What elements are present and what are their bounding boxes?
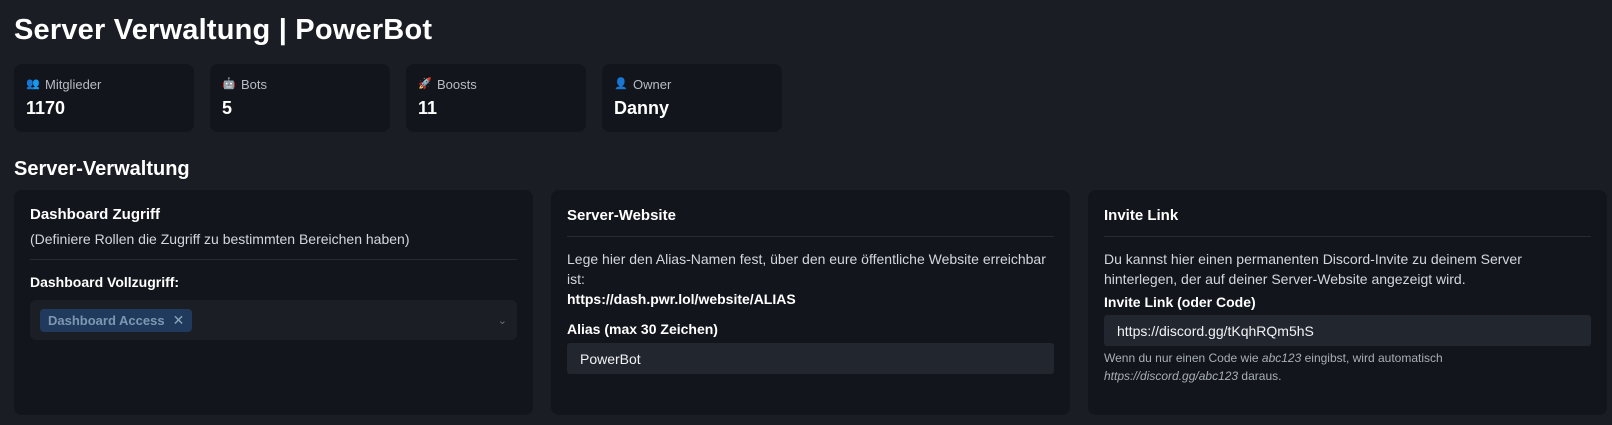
bot-icon: 🤖 [222,78,236,90]
stat-value: 1170 [26,98,66,118]
alias-input[interactable] [567,343,1054,374]
stat-card-owner: 👤 Owner Danny [602,64,782,132]
invite-link-card: Invite Link Du kannst hier einen permane… [1088,190,1607,415]
stat-label: Boosts [437,77,477,92]
card-title: Dashboard Zugriff [30,206,160,223]
divider [567,236,1054,237]
stat-label-row: 🚀 Boosts [418,77,574,92]
dashboard-access-card: Dashboard Zugriff (Definiere Rollen die … [14,190,533,415]
website-url: https://dash.pwr.lol/website/ALIAS [567,291,796,307]
role-multi-select[interactable]: Dashboard Access ✕ ⌄ [30,300,517,340]
invite-link-input[interactable] [1104,315,1591,346]
server-website-card: Server-Website Lege hier den Alias-Namen… [551,190,1070,415]
hint-text: daraus. [1238,369,1282,383]
stat-label: Mitglieder [45,77,102,92]
stat-value: Danny [614,98,670,118]
page: Server Verwaltung | PowerBot 👥 Mitgliede… [0,0,1612,425]
stat-value: 5 [222,98,233,118]
owner-icon: 👤 [614,78,628,90]
divider [30,259,517,260]
close-icon[interactable]: ✕ [173,312,185,329]
field-label: Dashboard Vollzugriff: [30,274,180,290]
card-title: Server-Website [567,207,676,224]
invite-hint: Wenn du nur einen Code wie abc123 eingib… [1104,349,1591,385]
rocket-icon: 🚀 [418,78,432,90]
stat-label-row: 👥 Mitglieder [26,77,182,92]
members-icon: 👥 [26,78,40,90]
stat-label-row: 🤖 Bots [222,77,378,92]
card-description: Du kannst hier einen permanenten Discord… [1104,251,1522,287]
section-title: Server-Verwaltung [14,158,190,180]
stat-card-bots: 🤖 Bots 5 [210,64,390,132]
role-chip-label: Dashboard Access [48,312,165,328]
card-description: Lege hier den Alias-Namen fest, über den… [567,251,1046,287]
page-title: Server Verwaltung | PowerBot [14,14,433,46]
stat-card-boosts: 🚀 Boosts 11 [406,64,586,132]
chevron-down-icon[interactable]: ⌄ [498,314,507,327]
field-label: Alias (max 30 Zeichen) [567,321,718,337]
stats-row: 👥 Mitglieder 1170 🤖 Bots 5 🚀 Boosts 11 👤… [14,64,782,132]
card-subtitle: (Definiere Rollen die Zugriff zu bestimm… [30,231,410,247]
hint-url: https://discord.gg/abc123 [1104,369,1239,383]
stat-card-members: 👥 Mitglieder 1170 [14,64,194,132]
field-label: Invite Link (oder Code) [1104,294,1256,310]
stat-label: Owner [633,77,672,92]
stat-label: Bots [241,77,268,92]
hint-text: eingibst, wird automatisch [1301,351,1443,365]
hint-code: abc123 [1261,351,1302,365]
stat-label-row: 👤 Owner [614,77,770,92]
stat-value: 11 [418,98,438,118]
hint-text: Wenn du nur einen Code wie [1104,351,1262,365]
card-title: Invite Link [1104,207,1179,224]
settings-cards: Dashboard Zugriff (Definiere Rollen die … [14,190,1607,415]
role-chip: Dashboard Access ✕ [40,308,193,332]
divider [1104,236,1591,237]
